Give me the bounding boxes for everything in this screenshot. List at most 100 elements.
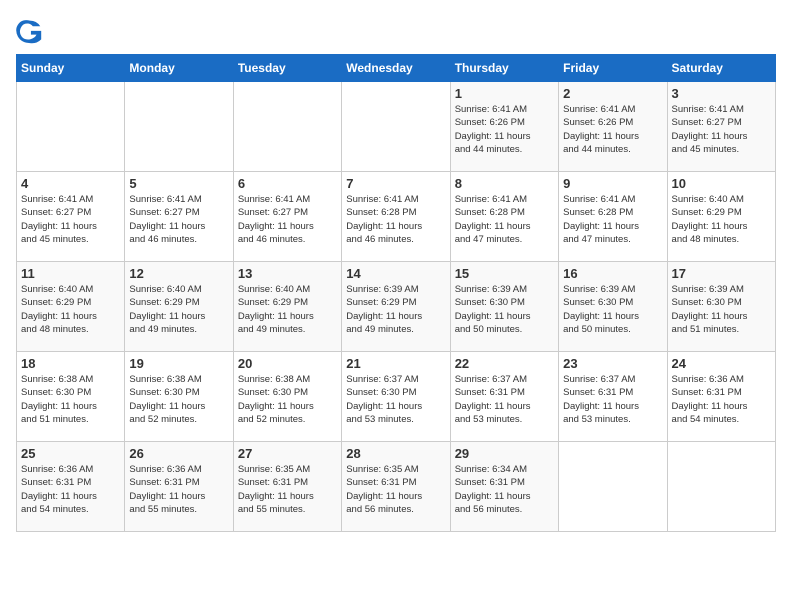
calendar-cell: 26 Sunrise: 6:36 AM Sunset: 6:31 PM Dayli… (125, 442, 233, 532)
calendar-cell: 24 Sunrise: 6:36 AM Sunset: 6:31 PM Dayli… (667, 352, 775, 442)
calendar-cell: 11 Sunrise: 6:40 AM Sunset: 6:29 PM Dayli… (17, 262, 125, 352)
day-detail: Sunrise: 6:41 AM Sunset: 6:28 PM Dayligh… (455, 193, 554, 246)
logo-icon (16, 16, 44, 44)
calendar-cell: 25 Sunrise: 6:36 AM Sunset: 6:31 PM Dayli… (17, 442, 125, 532)
day-header-tuesday: Tuesday (233, 55, 341, 82)
day-number: 8 (455, 176, 554, 191)
day-detail: Sunrise: 6:40 AM Sunset: 6:29 PM Dayligh… (21, 283, 120, 336)
calendar-cell (559, 442, 667, 532)
day-number: 28 (346, 446, 445, 461)
calendar-cell: 15 Sunrise: 6:39 AM Sunset: 6:30 PM Dayli… (450, 262, 558, 352)
day-detail: Sunrise: 6:36 AM Sunset: 6:31 PM Dayligh… (672, 373, 771, 426)
day-detail: Sunrise: 6:36 AM Sunset: 6:31 PM Dayligh… (129, 463, 228, 516)
day-number: 4 (21, 176, 120, 191)
calendar-cell (342, 82, 450, 172)
day-header-sunday: Sunday (17, 55, 125, 82)
day-detail: Sunrise: 6:39 AM Sunset: 6:30 PM Dayligh… (672, 283, 771, 336)
day-number: 19 (129, 356, 228, 371)
day-number: 3 (672, 86, 771, 101)
day-number: 20 (238, 356, 337, 371)
day-number: 6 (238, 176, 337, 191)
day-detail: Sunrise: 6:41 AM Sunset: 6:28 PM Dayligh… (346, 193, 445, 246)
day-number: 21 (346, 356, 445, 371)
calendar-week-4: 18 Sunrise: 6:38 AM Sunset: 6:30 PM Dayli… (17, 352, 776, 442)
day-number: 23 (563, 356, 662, 371)
calendar-table: SundayMondayTuesdayWednesdayThursdayFrid… (16, 54, 776, 532)
day-number: 7 (346, 176, 445, 191)
calendar-cell: 4 Sunrise: 6:41 AM Sunset: 6:27 PM Daylig… (17, 172, 125, 262)
day-number: 26 (129, 446, 228, 461)
day-number: 25 (21, 446, 120, 461)
day-number: 15 (455, 266, 554, 281)
calendar-cell (667, 442, 775, 532)
calendar-cell: 9 Sunrise: 6:41 AM Sunset: 6:28 PM Daylig… (559, 172, 667, 262)
calendar-cell: 17 Sunrise: 6:39 AM Sunset: 6:30 PM Dayli… (667, 262, 775, 352)
day-detail: Sunrise: 6:34 AM Sunset: 6:31 PM Dayligh… (455, 463, 554, 516)
day-number: 9 (563, 176, 662, 191)
calendar-cell: 10 Sunrise: 6:40 AM Sunset: 6:29 PM Dayli… (667, 172, 775, 262)
calendar-cell: 16 Sunrise: 6:39 AM Sunset: 6:30 PM Dayli… (559, 262, 667, 352)
day-number: 12 (129, 266, 228, 281)
day-detail: Sunrise: 6:38 AM Sunset: 6:30 PM Dayligh… (238, 373, 337, 426)
calendar-header: SundayMondayTuesdayWednesdayThursdayFrid… (17, 55, 776, 82)
day-number: 10 (672, 176, 771, 191)
calendar-week-5: 25 Sunrise: 6:36 AM Sunset: 6:31 PM Dayli… (17, 442, 776, 532)
calendar-cell: 22 Sunrise: 6:37 AM Sunset: 6:31 PM Dayli… (450, 352, 558, 442)
day-number: 29 (455, 446, 554, 461)
day-detail: Sunrise: 6:41 AM Sunset: 6:28 PM Dayligh… (563, 193, 662, 246)
day-detail: Sunrise: 6:39 AM Sunset: 6:30 PM Dayligh… (563, 283, 662, 336)
day-header-saturday: Saturday (667, 55, 775, 82)
calendar-cell (233, 82, 341, 172)
logo (16, 16, 48, 44)
day-detail: Sunrise: 6:41 AM Sunset: 6:27 PM Dayligh… (129, 193, 228, 246)
day-header-monday: Monday (125, 55, 233, 82)
day-number: 18 (21, 356, 120, 371)
calendar-cell: 1Sunrise: 6:41 AM Sunset: 6:26 PM Daylig… (450, 82, 558, 172)
calendar-cell: 18 Sunrise: 6:38 AM Sunset: 6:30 PM Dayli… (17, 352, 125, 442)
day-detail: Sunrise: 6:40 AM Sunset: 6:29 PM Dayligh… (238, 283, 337, 336)
day-detail: Sunrise: 6:40 AM Sunset: 6:29 PM Dayligh… (672, 193, 771, 246)
day-detail: Sunrise: 6:39 AM Sunset: 6:30 PM Dayligh… (455, 283, 554, 336)
day-detail: Sunrise: 6:41 AM Sunset: 6:27 PM Dayligh… (672, 103, 771, 156)
day-detail: Sunrise: 6:35 AM Sunset: 6:31 PM Dayligh… (238, 463, 337, 516)
calendar-cell: 5 Sunrise: 6:41 AM Sunset: 6:27 PM Daylig… (125, 172, 233, 262)
day-number: 1 (455, 86, 554, 101)
day-detail: Sunrise: 6:41 AM Sunset: 6:27 PM Dayligh… (238, 193, 337, 246)
day-header-thursday: Thursday (450, 55, 558, 82)
calendar-cell: 14Sunrise: 6:39 AM Sunset: 6:29 PM Dayli… (342, 262, 450, 352)
calendar-cell: 23 Sunrise: 6:37 AM Sunset: 6:31 PM Dayli… (559, 352, 667, 442)
day-header-wednesday: Wednesday (342, 55, 450, 82)
day-detail: Sunrise: 6:41 AM Sunset: 6:27 PM Dayligh… (21, 193, 120, 246)
calendar-cell: 29 Sunrise: 6:34 AM Sunset: 6:31 PM Dayli… (450, 442, 558, 532)
day-number: 24 (672, 356, 771, 371)
calendar-week-1: 1Sunrise: 6:41 AM Sunset: 6:26 PM Daylig… (17, 82, 776, 172)
calendar-cell: 28Sunrise: 6:35 AM Sunset: 6:31 PM Dayli… (342, 442, 450, 532)
day-number: 22 (455, 356, 554, 371)
day-detail: Sunrise: 6:38 AM Sunset: 6:30 PM Dayligh… (129, 373, 228, 426)
calendar-cell: 6 Sunrise: 6:41 AM Sunset: 6:27 PM Daylig… (233, 172, 341, 262)
day-number: 17 (672, 266, 771, 281)
day-number: 16 (563, 266, 662, 281)
calendar-cell: 12 Sunrise: 6:40 AM Sunset: 6:29 PM Dayli… (125, 262, 233, 352)
calendar-cell (125, 82, 233, 172)
day-number: 5 (129, 176, 228, 191)
calendar-cell: 2Sunrise: 6:41 AM Sunset: 6:26 PM Daylig… (559, 82, 667, 172)
day-detail: Sunrise: 6:36 AM Sunset: 6:31 PM Dayligh… (21, 463, 120, 516)
day-number: 14 (346, 266, 445, 281)
calendar-cell: 21 Sunrise: 6:37 AM Sunset: 6:30 PM Dayli… (342, 352, 450, 442)
day-detail: Sunrise: 6:38 AM Sunset: 6:30 PM Dayligh… (21, 373, 120, 426)
day-detail: Sunrise: 6:37 AM Sunset: 6:30 PM Dayligh… (346, 373, 445, 426)
calendar-cell: 20 Sunrise: 6:38 AM Sunset: 6:30 PM Dayli… (233, 352, 341, 442)
calendar-week-3: 11 Sunrise: 6:40 AM Sunset: 6:29 PM Dayli… (17, 262, 776, 352)
calendar-cell (17, 82, 125, 172)
calendar-cell: 7 Sunrise: 6:41 AM Sunset: 6:28 PM Daylig… (342, 172, 450, 262)
day-number: 27 (238, 446, 337, 461)
calendar-week-2: 4 Sunrise: 6:41 AM Sunset: 6:27 PM Daylig… (17, 172, 776, 262)
calendar-cell: 19 Sunrise: 6:38 AM Sunset: 6:30 PM Dayli… (125, 352, 233, 442)
day-number: 11 (21, 266, 120, 281)
calendar-cell: 27 Sunrise: 6:35 AM Sunset: 6:31 PM Dayli… (233, 442, 341, 532)
day-detail: Sunrise: 6:40 AM Sunset: 6:29 PM Dayligh… (129, 283, 228, 336)
calendar-cell: 8 Sunrise: 6:41 AM Sunset: 6:28 PM Daylig… (450, 172, 558, 262)
day-detail: Sunrise: 6:37 AM Sunset: 6:31 PM Dayligh… (563, 373, 662, 426)
day-detail: Sunrise: 6:37 AM Sunset: 6:31 PM Dayligh… (455, 373, 554, 426)
